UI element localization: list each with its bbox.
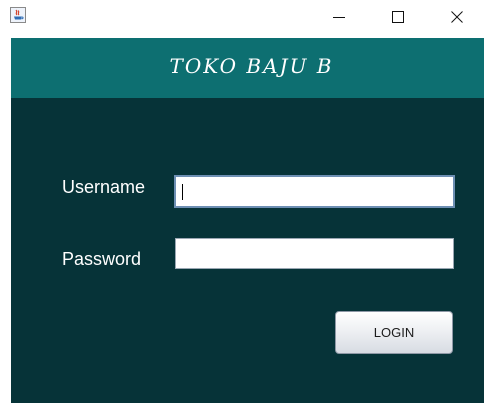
- login-button[interactable]: LOGIN: [335, 311, 453, 354]
- username-field[interactable]: [174, 175, 455, 208]
- minimize-button[interactable]: [316, 0, 362, 34]
- maximize-button[interactable]: [375, 0, 421, 34]
- java-icon[interactable]: [10, 7, 26, 23]
- header-banner: TOKO BAJU B: [11, 38, 484, 98]
- close-button[interactable]: [434, 0, 480, 34]
- login-button-label: LOGIN: [373, 325, 415, 340]
- close-icon: [451, 11, 463, 23]
- minimize-icon: [333, 17, 345, 18]
- store-title: TOKO BAJU B: [169, 54, 334, 78]
- maximize-icon: [392, 11, 404, 23]
- login-panel: TOKO BAJU B Username Password LOGIN: [11, 38, 484, 403]
- text-caret: [182, 184, 183, 200]
- title-bar[interactable]: [0, 0, 495, 38]
- password-label: Password: [62, 249, 142, 269]
- password-field[interactable]: [175, 238, 454, 269]
- login-window: TOKO BAJU B Username Password LOGIN: [0, 0, 495, 403]
- username-label: Username: [62, 177, 146, 197]
